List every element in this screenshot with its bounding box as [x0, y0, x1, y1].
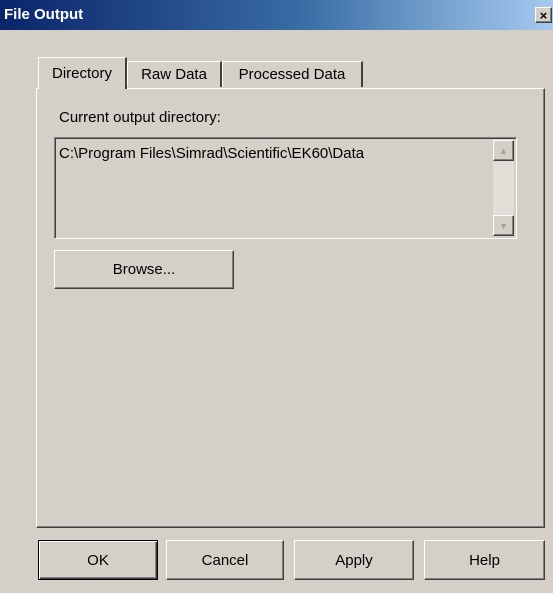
- cancel-button-label: Cancel: [201, 551, 249, 569]
- scroll-up-icon: ▲: [499, 145, 508, 156]
- tab-processed-data[interactable]: Processed Data: [222, 61, 363, 87]
- close-icon: ×: [539, 7, 548, 23]
- title-bar: File Output ×: [0, 0, 553, 30]
- help-button[interactable]: Help: [424, 540, 545, 580]
- browse-button[interactable]: Browse...: [54, 250, 234, 289]
- directory-path-field[interactable]: C:\Program Files\Simrad\Scientific\EK60\…: [54, 137, 517, 239]
- browse-button-label: Browse...: [112, 261, 176, 278]
- tab-directory[interactable]: Directory: [38, 57, 127, 89]
- scroll-down-button[interactable]: ▼: [493, 215, 514, 236]
- scroll-up-button[interactable]: ▲: [493, 140, 514, 161]
- tab-processed-data-label: Processed Data: [238, 66, 346, 83]
- help-button-label: Help: [469, 551, 500, 569]
- directory-path-text: C:\Program Files\Simrad\Scientific\EK60\…: [59, 145, 365, 162]
- apply-button-label: Apply: [335, 551, 373, 569]
- window-title: File Output: [4, 6, 84, 23]
- close-button[interactable]: ×: [535, 7, 552, 23]
- current-directory-label: Current output directory:: [59, 109, 221, 126]
- cancel-button[interactable]: Cancel: [166, 540, 284, 580]
- tab-raw-data[interactable]: Raw Data: [127, 61, 222, 87]
- tab-directory-label: Directory: [51, 65, 112, 82]
- scroll-down-icon: ▼: [499, 220, 508, 231]
- ok-button-label: OK: [87, 551, 109, 569]
- vertical-scrollbar[interactable]: ▲ ▼: [493, 140, 514, 236]
- ok-button[interactable]: OK: [38, 540, 158, 580]
- apply-button[interactable]: Apply: [294, 540, 414, 580]
- tab-raw-data-label: Raw Data: [141, 66, 207, 83]
